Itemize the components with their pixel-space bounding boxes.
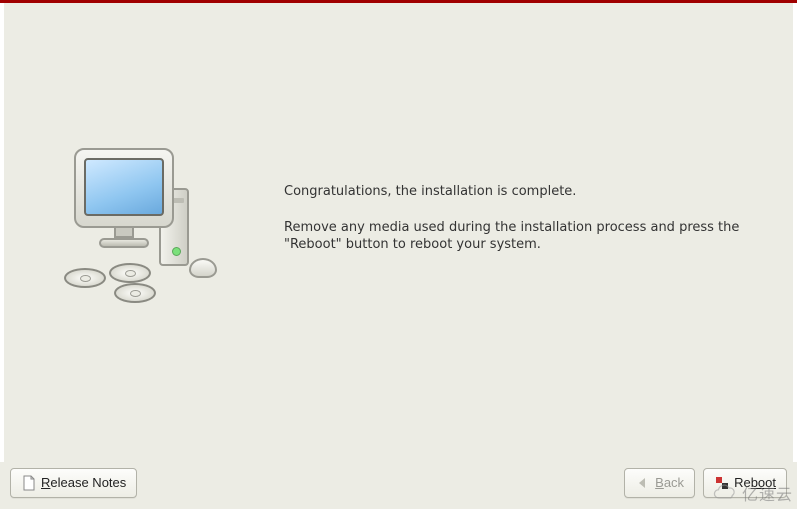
back-label: Back	[655, 475, 684, 490]
computer-illustration	[54, 148, 234, 313]
computer-monitor-icon	[74, 148, 174, 243]
instruction-text: Remove any media used during the install…	[284, 219, 763, 254]
back-button[interactable]: Back	[624, 468, 695, 498]
release-notes-label: Release Notes	[41, 475, 126, 490]
footer-bar: Release Notes Back Reboot	[0, 462, 797, 509]
illustration-column	[4, 148, 284, 313]
cd-icon	[109, 263, 151, 283]
cd-icon	[114, 283, 156, 303]
main-content: Congratulations, the installation is com…	[0, 3, 797, 462]
mouse-icon	[189, 258, 217, 278]
document-icon	[21, 475, 37, 491]
cd-icon	[64, 268, 106, 288]
reboot-label: Reboot	[734, 475, 776, 490]
reboot-button[interactable]: Reboot	[703, 468, 787, 498]
release-notes-button[interactable]: Release Notes	[10, 468, 137, 498]
arrow-left-icon	[635, 475, 651, 491]
message-column: Congratulations, the installation is com…	[284, 148, 793, 272]
reboot-icon	[714, 475, 730, 491]
congratulations-text: Congratulations, the installation is com…	[284, 183, 763, 201]
